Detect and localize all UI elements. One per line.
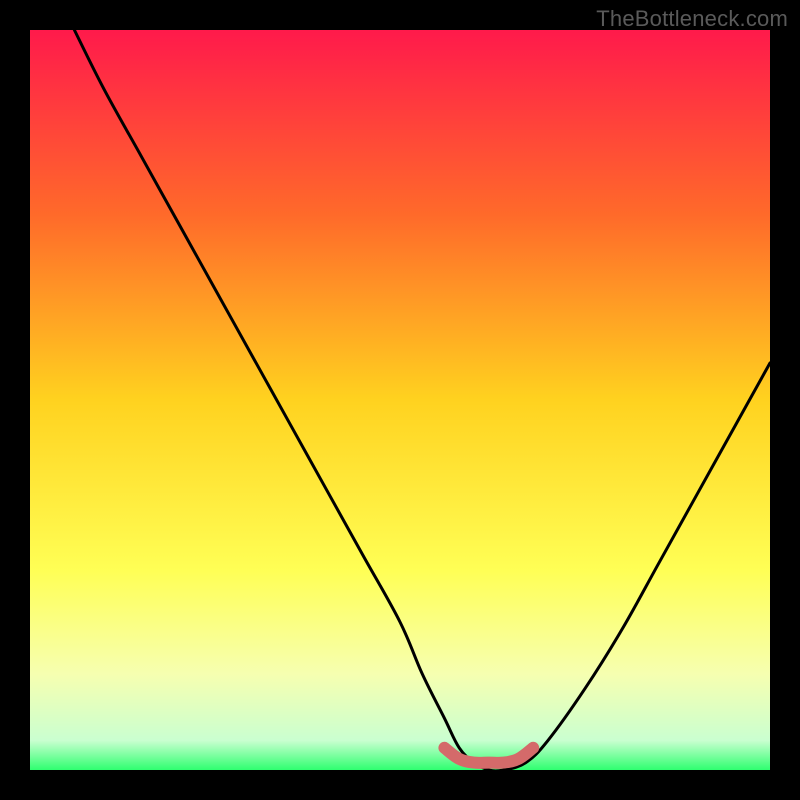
watermark-text: TheBottleneck.com xyxy=(596,6,788,32)
bottleneck-chart xyxy=(0,0,800,800)
chart-frame: TheBottleneck.com xyxy=(0,0,800,800)
plot-background xyxy=(30,30,770,770)
